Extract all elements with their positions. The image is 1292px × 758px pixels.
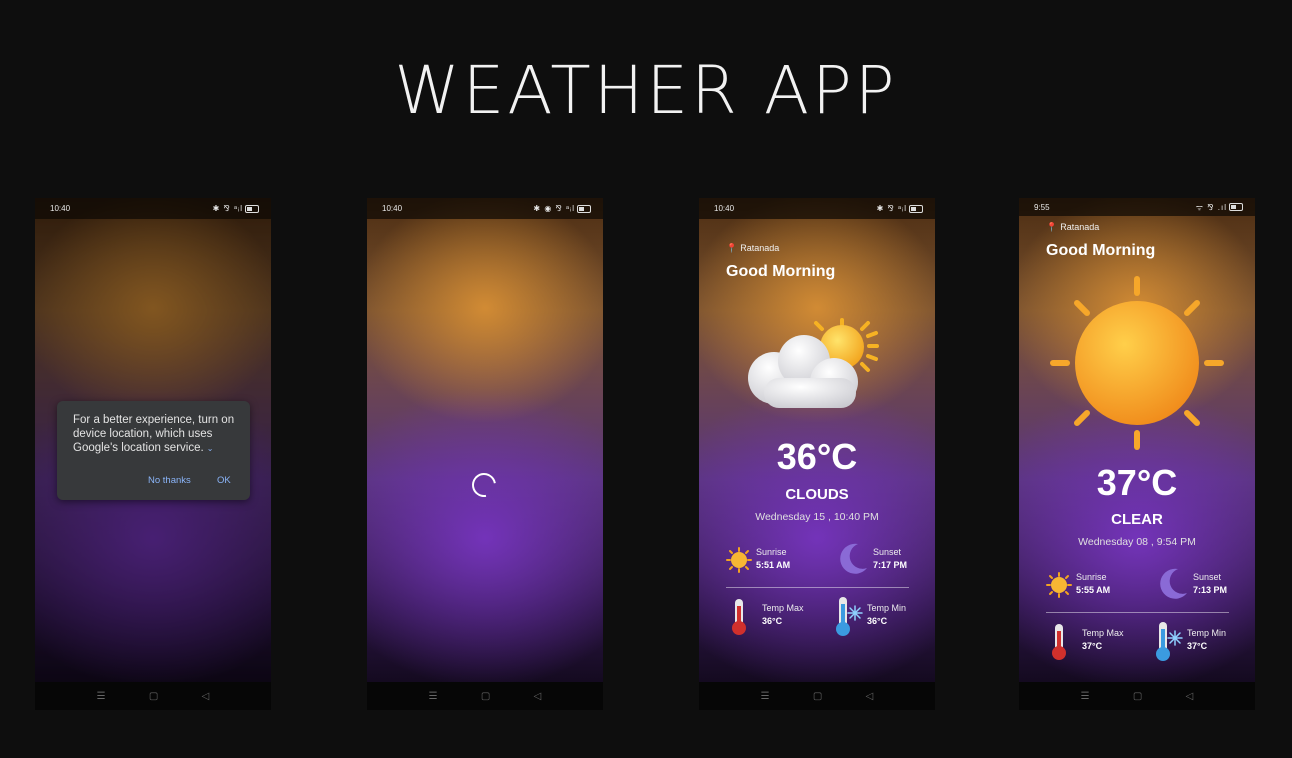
sunrise-sun-icon bbox=[1046, 572, 1072, 598]
menu-nav-icon[interactable]: ☰ bbox=[1081, 691, 1090, 702]
sunrise-info: Sunrise 5:55 AM bbox=[1076, 572, 1111, 595]
date-time: Wednesday 08 , 9:54 PM bbox=[1078, 536, 1196, 548]
phone-screen-location-prompt: 10:40 ✱ ⅋ ᵃᵢl For a better experience, t… bbox=[35, 198, 271, 710]
no-thanks-button[interactable]: No thanks bbox=[148, 475, 191, 486]
phone-screen-loading: 10:40 ✱ ◉ ⅋ ᵃᵢl ☰ ▢ ◁ bbox=[367, 198, 603, 710]
sun-icon bbox=[1050, 276, 1224, 450]
divider bbox=[726, 587, 909, 588]
expand-chevron-icon[interactable]: ⌄ bbox=[207, 444, 214, 453]
thermometer-hot-icon bbox=[1052, 624, 1066, 660]
sunset-info: Sunset 7:17 PM bbox=[873, 547, 908, 570]
sunset-info: Sunset 7:13 PM bbox=[1193, 572, 1228, 595]
home-nav-icon[interactable]: ▢ bbox=[1133, 691, 1142, 702]
system-nav-bar: ☰ ▢ ◁ bbox=[1019, 682, 1255, 710]
menu-nav-icon[interactable]: ☰ bbox=[761, 691, 770, 702]
back-nav-icon[interactable]: ◁ bbox=[202, 691, 210, 702]
temp-min-info: Temp Min 37°C bbox=[1187, 628, 1227, 651]
loading-spinner-icon bbox=[467, 468, 501, 502]
sunrise-info: Sunrise 5:51 AM bbox=[756, 547, 791, 570]
battery-icon bbox=[577, 204, 591, 213]
greeting: Good Morning bbox=[1046, 242, 1156, 259]
phone-screen-weather-clear: 9:55 ᯤ ⅋ .ıl 📍 Ratanada Good Morning 37°C… bbox=[1019, 198, 1255, 710]
system-nav-bar: ☰ ▢ ◁ bbox=[699, 682, 935, 710]
phone-screen-weather-clouds: 10:40 ✱ ⅋ ᵃᵢl 📍 Ratanada Good Morning 36°… bbox=[699, 198, 935, 710]
temperature: 37°C bbox=[1096, 462, 1178, 503]
thermometer-hot-icon bbox=[732, 599, 746, 635]
sunset-moon-icon bbox=[1160, 568, 1187, 599]
temperature: 36°C bbox=[776, 436, 858, 477]
signal-icons: ✱ ◉ ⅋ ᵃᵢl bbox=[533, 204, 575, 213]
weather-condition: CLOUDS bbox=[785, 486, 849, 503]
signal-icons: ᯤ ⅋ .ıl bbox=[1195, 202, 1227, 212]
dialog-message: For a better experience, turn on device … bbox=[73, 414, 235, 454]
divider bbox=[1046, 612, 1229, 613]
menu-nav-icon[interactable]: ☰ bbox=[429, 691, 438, 702]
system-nav-bar: ☰ ▢ ◁ bbox=[367, 682, 603, 710]
temp-min-info: Temp Min 36°C bbox=[867, 603, 907, 626]
menu-nav-icon[interactable]: ☰ bbox=[97, 691, 106, 702]
ok-button[interactable]: OK bbox=[217, 475, 231, 486]
location-label: 📍 Ratanada bbox=[726, 243, 780, 253]
location-label: 📍 Ratanada bbox=[1046, 222, 1100, 232]
date-time: Wednesday 15 , 10:40 PM bbox=[755, 511, 879, 523]
temp-max-info: Temp Max 36°C bbox=[762, 603, 804, 626]
battery-icon bbox=[245, 204, 259, 213]
status-time: 9:55 bbox=[1034, 202, 1050, 212]
battery-icon bbox=[909, 204, 923, 213]
status-bar: 10:40 ✱ ◉ ⅋ ᵃᵢl bbox=[367, 198, 603, 219]
status-bar: 10:40 ✱ ⅋ ᵃᵢl bbox=[35, 198, 271, 219]
home-nav-icon[interactable]: ▢ bbox=[813, 691, 822, 702]
signal-icons: ✱ ⅋ ᵃᵢl bbox=[212, 204, 243, 213]
battery-icon bbox=[1229, 203, 1243, 212]
home-nav-icon[interactable]: ▢ bbox=[481, 691, 490, 702]
sunset-moon-icon bbox=[840, 543, 867, 574]
thermometer-cold-icon bbox=[1156, 622, 1183, 661]
status-bar: 10:40 ✱ ⅋ ᵃᵢl bbox=[699, 198, 935, 219]
thermometer-cold-icon bbox=[836, 597, 863, 636]
status-time: 10:40 bbox=[50, 204, 71, 213]
back-nav-icon[interactable]: ◁ bbox=[1186, 691, 1194, 702]
status-time: 10:40 bbox=[714, 204, 735, 213]
signal-icons: ✱ ⅋ ᵃᵢl bbox=[876, 204, 907, 213]
location-pin-icon: 📍 bbox=[1046, 222, 1058, 232]
back-nav-icon[interactable]: ◁ bbox=[534, 691, 542, 702]
status-time: 10:40 bbox=[382, 204, 403, 213]
location-pin-icon: 📍 bbox=[726, 243, 738, 253]
location-dialog: For a better experience, turn on device … bbox=[57, 401, 250, 500]
back-nav-icon[interactable]: ◁ bbox=[866, 691, 874, 702]
system-nav-bar: ☰ ▢ ◁ bbox=[35, 682, 271, 710]
page-title: WEATHER APP bbox=[394, 52, 898, 129]
status-bar: 9:55 ᯤ ⅋ .ıl bbox=[1019, 198, 1255, 216]
home-nav-icon[interactable]: ▢ bbox=[149, 691, 158, 702]
weather-condition: CLEAR bbox=[1111, 511, 1163, 528]
cloud-sun-icon bbox=[748, 318, 879, 408]
greeting: Good Morning bbox=[726, 263, 836, 280]
temp-max-info: Temp Max 37°C bbox=[1082, 628, 1124, 651]
sunrise-sun-icon bbox=[726, 547, 752, 573]
